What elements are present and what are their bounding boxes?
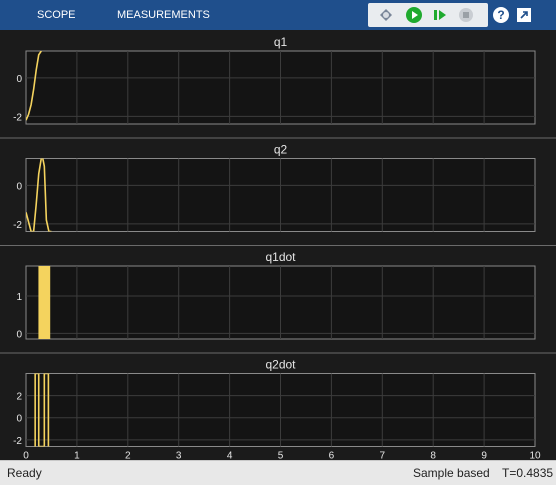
x-tick-label: 0: [23, 451, 29, 461]
plot-area: q1-20q2-20q1dot01q2dot-2020 1 2 3 4 5 6 7 8 9 10: [0, 30, 556, 460]
y-tick-label: -2: [13, 436, 22, 447]
y-tick-label: 0: [16, 414, 22, 425]
tab-scope[interactable]: SCOPE: [37, 0, 76, 30]
panel-title: q1: [274, 35, 288, 49]
y-tick-label: -2: [13, 220, 22, 231]
signal-line: [38, 266, 51, 339]
help-icon[interactable]: ?: [492, 6, 510, 24]
scope-plots: q1-20q2-20q1dot01q2dot-2020 1 2 3 4 5 6 7 8 9 10: [0, 30, 556, 460]
run-icon[interactable]: [404, 5, 424, 25]
y-tick-label: -2: [13, 112, 22, 123]
panel-title: q2: [274, 143, 288, 157]
panel-title: q1dot: [265, 250, 296, 264]
settings-icon[interactable]: [376, 5, 396, 25]
status-sample-mode: Sample based: [413, 466, 490, 480]
y-tick-label: 0: [16, 74, 22, 85]
step-forward-icon[interactable]: [430, 5, 450, 25]
x-tick-label: 9: [481, 451, 487, 461]
x-tick-label: 4: [227, 451, 233, 461]
y-tick-label: 0: [16, 181, 22, 192]
x-tick-label: 1: [74, 451, 80, 461]
y-tick-label: 0: [16, 329, 22, 340]
x-tick-label: 7: [380, 451, 386, 461]
status-bar: Ready Sample based T=0.4835: [0, 460, 556, 485]
x-tick-label: 2: [125, 451, 131, 461]
x-tick-label: 10: [529, 451, 541, 461]
y-tick-label: 2: [16, 392, 22, 403]
y-tick-label: 1: [16, 292, 22, 303]
toolbar: SCOPE MEASUREMENTS ?: [0, 0, 556, 30]
x-tick-label: 6: [329, 451, 335, 461]
stop-icon[interactable]: [456, 5, 476, 25]
status-ready: Ready: [7, 466, 42, 480]
undock-icon[interactable]: [515, 6, 533, 24]
scope-panel-q1dot: q1dot 0 1: [0, 245, 556, 353]
tab-measurements[interactable]: MEASUREMENTS: [117, 0, 210, 30]
x-tick-label: 5: [278, 451, 284, 461]
simulation-controls: [368, 3, 488, 27]
scope-panel-q2: q2 -2 0: [0, 137, 556, 245]
scope-panel-q1: q1 -2 0: [0, 30, 556, 138]
svg-text:?: ?: [497, 8, 504, 22]
panel-title: q2dot: [265, 358, 296, 372]
status-time: T=0.4835: [502, 466, 554, 480]
scope-panel-q2dot: q2dot-2020 1 2 3 4 5 6 7 8 9 10: [0, 352, 556, 461]
x-tick-label: 3: [176, 451, 182, 461]
x-tick-label: 8: [430, 451, 436, 461]
